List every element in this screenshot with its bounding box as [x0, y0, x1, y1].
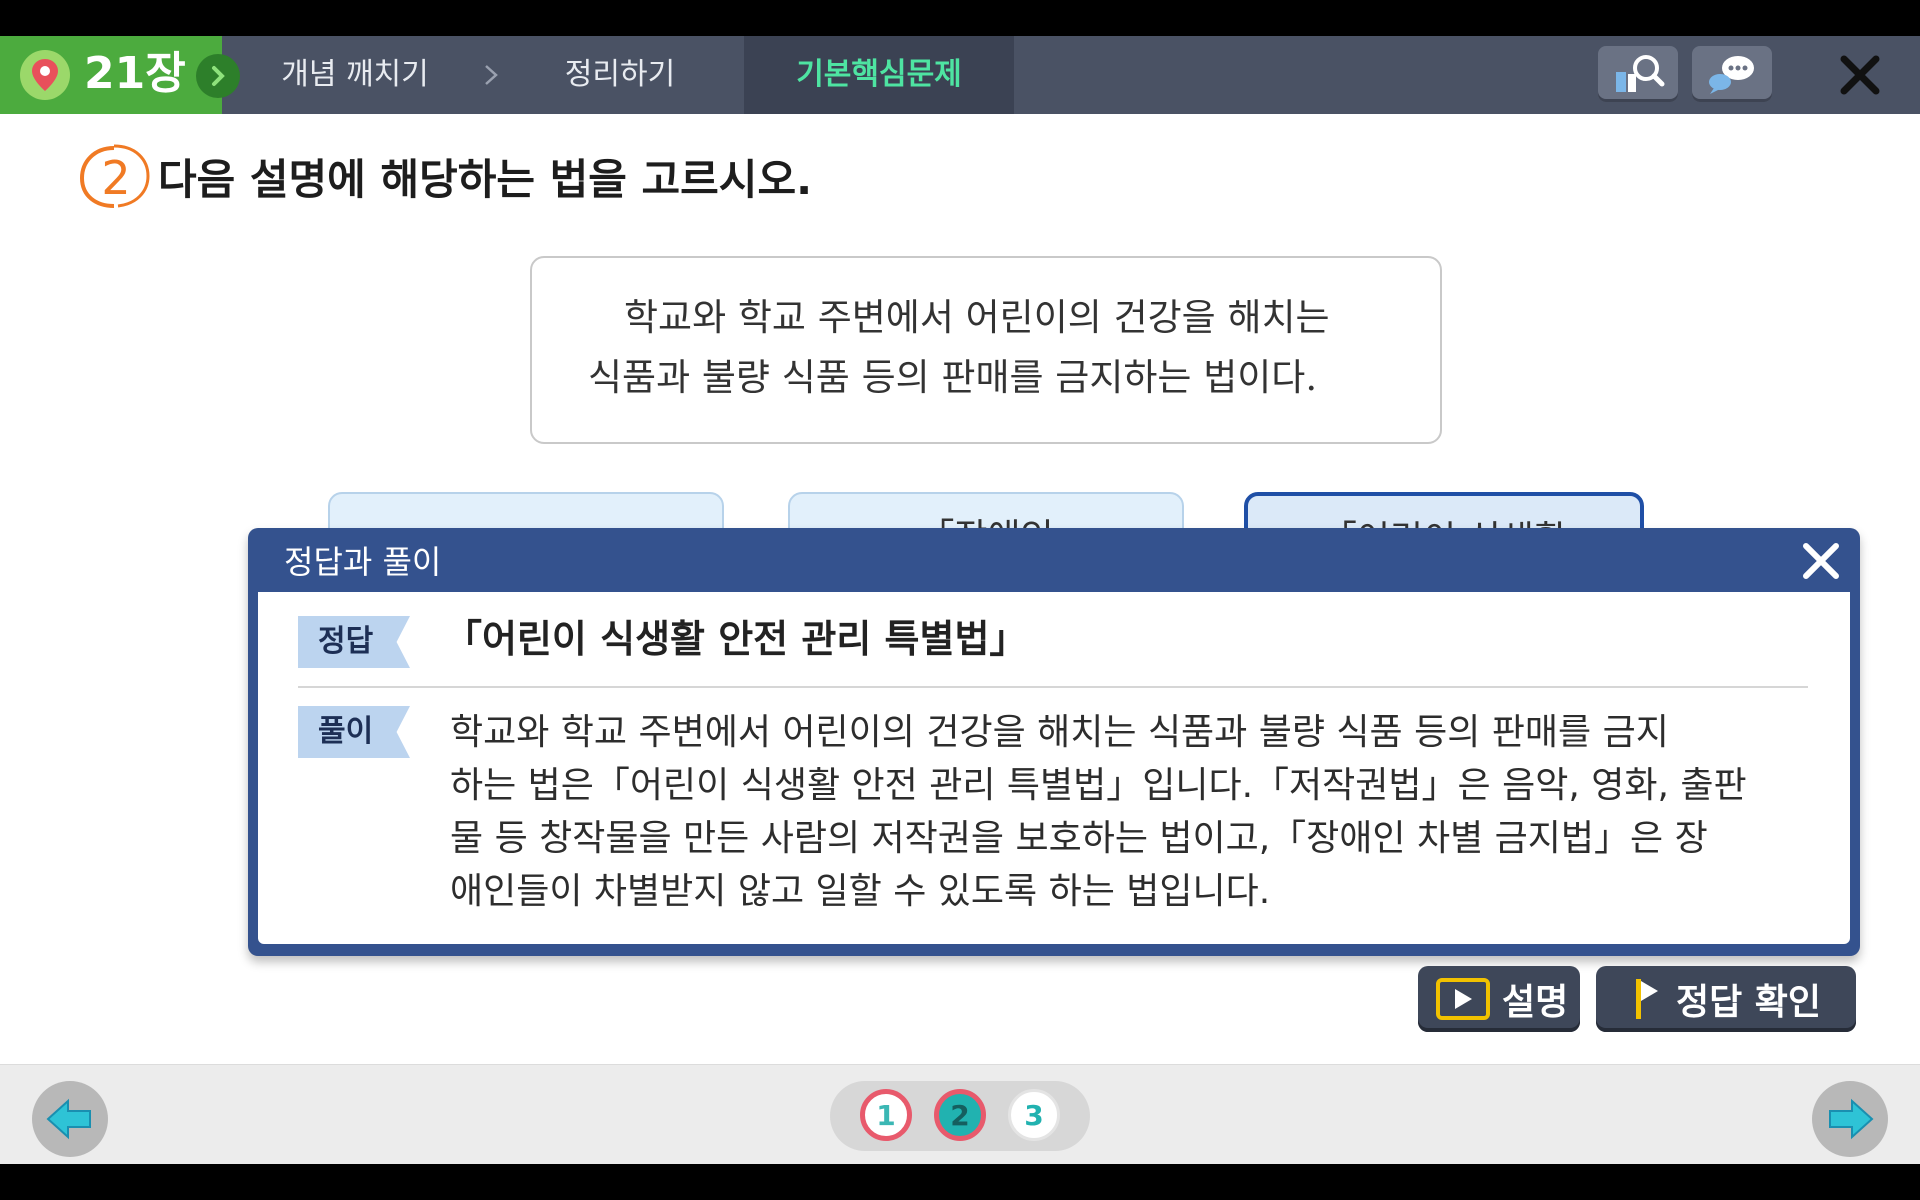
explanation-line: 애인들이 차별받지 않고 일할 수 있도록 하는 법입니다.: [450, 871, 1271, 912]
explanation-tag: 풀이: [298, 706, 410, 758]
answer-tag: 정답: [298, 616, 410, 668]
chevron-right-icon[interactable]: [196, 54, 240, 98]
chat-icon: [1709, 56, 1754, 94]
top-navigation-bar: 21장 개념 깨치기 정리하기 기본핵심문제: [0, 36, 1920, 114]
page-dot-1[interactable]: 1: [860, 1089, 912, 1141]
explanation-line: 물 등 창작물을 만든 사람의 저작권을 보호하는 법이고,「장애인 차별 금지…: [450, 818, 1708, 859]
modal-close-icon[interactable]: [1798, 538, 1844, 584]
chapter-label: 21장: [84, 48, 186, 99]
tab-core-problems[interactable]: 기본핵심문제: [744, 36, 1014, 114]
chapter-badge: 21장: [0, 36, 222, 114]
modal-body: 정답 「어린이 식생활 안전 관리 특별법」 풀이 학교와 학교 주변에서 어린…: [258, 592, 1850, 944]
description-box: 학교와 학교 주변에서 어린이의 건강을 해치는 식품과 불량 식품 등의 판매…: [530, 256, 1442, 444]
app-screen: 21장 개념 깨치기 정리하기 기본핵심문제 2 다음 설명에 해당하는 법을 …: [0, 36, 1920, 1164]
map-pin-icon: [20, 50, 70, 100]
question-number-badge: 2: [79, 144, 150, 208]
check-answer-button[interactable]: 정답 확인: [1596, 966, 1856, 1032]
bottom-navigation-bar: 1 2 3: [0, 1064, 1920, 1164]
question-number: 2: [101, 151, 130, 205]
divider: [298, 686, 1808, 688]
page-dot-2[interactable]: 2: [934, 1089, 986, 1141]
answer-text: 「어린이 식생활 안전 관리 특별법」: [444, 617, 1028, 661]
search-book-icon: [1616, 55, 1665, 92]
explain-video-button[interactable]: 설명: [1418, 966, 1580, 1032]
breadcrumb-separator-icon: [485, 65, 498, 85]
arrow-left-icon: [46, 1098, 91, 1140]
close-icon[interactable]: [1832, 50, 1888, 100]
previous-page-button[interactable]: [32, 1081, 108, 1157]
chat-button[interactable]: [1692, 46, 1772, 102]
answer-modal: 정답과 풀이 정답 「어린이 식생활 안전 관리 특별법」 풀이 학교와 학교 …: [248, 528, 1860, 956]
question-title: 다음 설명에 해당하는 법을 고르시오.: [158, 155, 813, 204]
explanation-text: 학교와 학교 주변에서 어린이의 건강을 해치는 식품과 불량 식품 등의 판매…: [450, 706, 1820, 918]
flag-icon: [1634, 977, 1660, 1021]
arrow-right-icon: [1829, 1098, 1874, 1140]
explain-button-label: 설명: [1502, 982, 1569, 1023]
modal-title: 정답과 풀이: [284, 543, 442, 581]
play-icon: [1436, 978, 1490, 1020]
tab-concept[interactable]: 개념 깨치기: [240, 36, 470, 114]
search-book-button[interactable]: [1598, 46, 1678, 102]
tab-summary[interactable]: 정리하기: [510, 36, 730, 114]
description-line: 식품과 불량 식품 등의 판매를 금지하는 법이다.: [588, 356, 1318, 399]
description-line: 학교와 학교 주변에서 어린이의 건강을 해치는: [624, 296, 1330, 339]
explanation-line: 학교와 학교 주변에서 어린이의 건강을 해치는 식품과 불량 식품 등의 판매…: [450, 712, 1669, 753]
check-button-label: 정답 확인: [1676, 982, 1822, 1023]
explanation-line: 하는 법은「어린이 식생활 안전 관리 특별법」입니다.「저작권법」은 음악, …: [450, 765, 1747, 806]
page-indicator: 1 2 3: [830, 1081, 1090, 1151]
page-dot-3[interactable]: 3: [1008, 1089, 1060, 1141]
next-page-button[interactable]: [1812, 1081, 1888, 1157]
